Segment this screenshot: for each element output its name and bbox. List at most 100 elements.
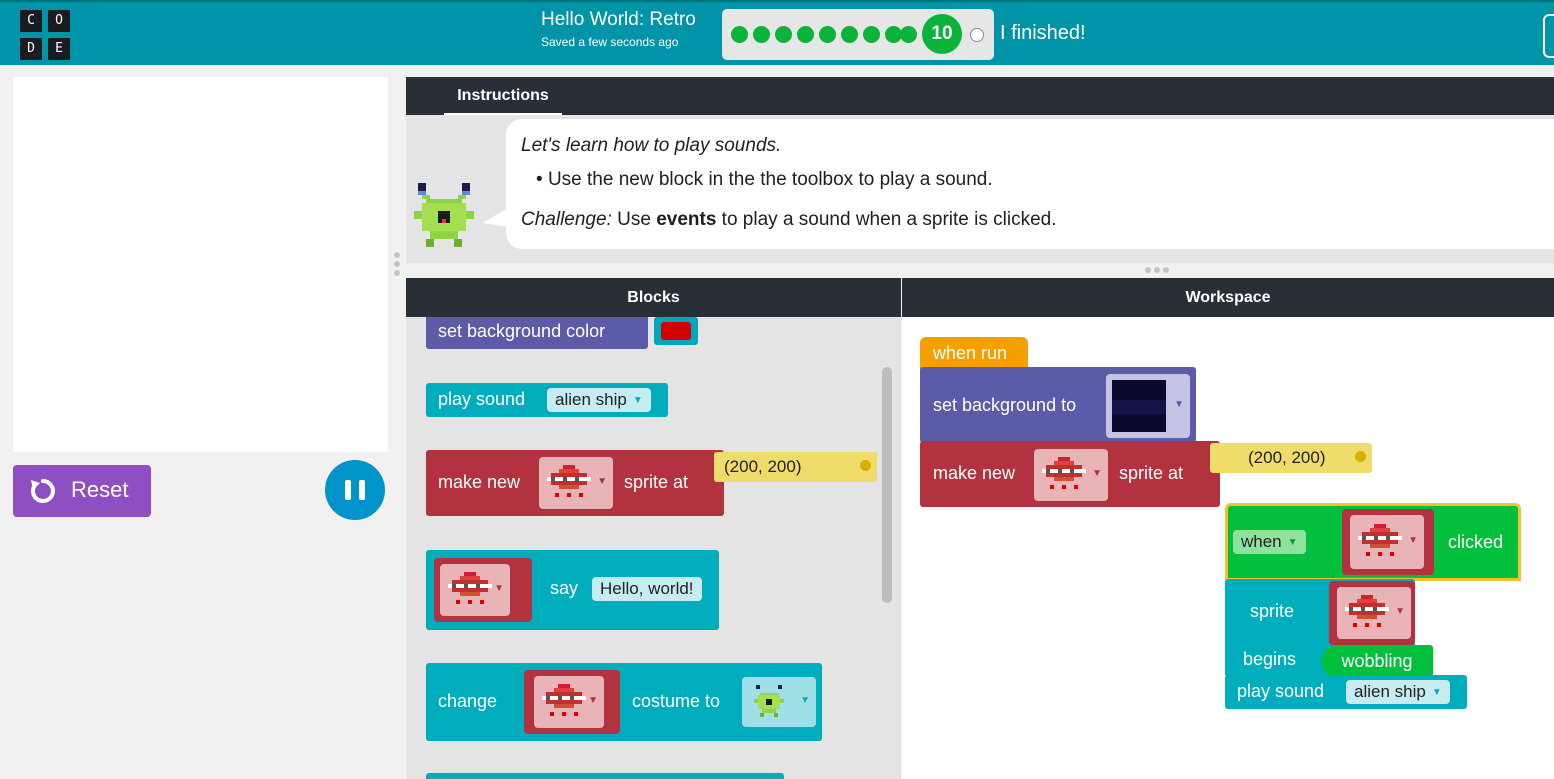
level-dot-3[interactable] <box>775 26 792 43</box>
block-make-new-sprite[interactable]: make new ▼ sprite at <box>426 450 724 516</box>
level-dot-5[interactable] <box>819 26 836 43</box>
block-label: costume to <box>632 691 721 711</box>
reset-button[interactable]: Reset <box>13 465 151 517</box>
ufo-sprite-icon <box>1042 457 1086 489</box>
block-label: play sound <box>438 389 526 409</box>
level-dot-6[interactable] <box>841 26 858 43</box>
tab-instructions[interactable]: Instructions <box>444 77 562 115</box>
bonus-level-dot[interactable] <box>970 28 984 42</box>
logo-letter: D <box>20 38 42 60</box>
block-label: change <box>438 691 498 711</box>
dropdown-arrow-icon: ▼ <box>800 695 810 706</box>
sound-dropdown[interactable]: alien ship ▼ <box>547 388 651 412</box>
behavior-wobbling-block[interactable]: wobbling <box>1321 645 1433 677</box>
project-title[interactable]: Hello World: Retro <box>541 9 696 31</box>
code-org-logo[interactable]: C O D E <box>20 10 74 62</box>
sprite-input-slot[interactable]: ▼ <box>1342 509 1434 575</box>
dropdown-arrow-icon: ▼ <box>632 394 643 406</box>
challenge-text-pre: Use <box>611 209 657 230</box>
dropdown-arrow-icon: ▼ <box>1092 468 1102 479</box>
ufo-sprite-icon <box>547 465 591 497</box>
level-dot-2[interactable] <box>753 26 770 43</box>
block-set-background-color[interactable]: set background color <box>426 317 698 349</box>
dropdown-value: when <box>1241 532 1282 551</box>
instruction-bullet-item: • Use the new block in the the toolbox t… <box>536 169 993 191</box>
sprite-dropdown[interactable]: ▼ <box>1337 587 1411 639</box>
dropdown-arrow-icon: ▼ <box>1174 399 1184 410</box>
block-make-new-sprite[interactable]: make new ▼ sprite at <box>920 441 1220 507</box>
block-label: when run <box>933 343 1008 363</box>
costume-dropdown[interactable]: ▼ <box>742 677 816 727</box>
logo-letter: E <box>48 38 70 60</box>
level-progress-bar: 10 <box>722 9 994 60</box>
sprite-input-slot[interactable]: ▼ <box>1329 581 1415 645</box>
block-play-sound[interactable]: play sound alien ship ▼ <box>426 383 668 417</box>
level-dot-7[interactable] <box>863 26 880 43</box>
background-dropdown[interactable]: ▼ <box>1106 374 1190 438</box>
toolbox-scrollbar[interactable] <box>882 367 892 603</box>
ufo-sprite-icon <box>542 684 586 716</box>
location-pin-icon[interactable] <box>860 460 871 471</box>
block-partial[interactable] <box>426 773 784 779</box>
block-change-costume[interactable]: change ▼ costume to ▼ <box>426 663 822 741</box>
block-set-background-to[interactable]: set background to ▼ <box>920 367 1196 443</box>
workspace-panel-header: Workspace <box>902 278 1554 317</box>
dropdown-value: alien ship <box>1354 682 1426 701</box>
workspace-canvas[interactable]: when run set background to ▼ make new ▼ … <box>902 317 1554 779</box>
game-canvas[interactable] <box>13 77 388 452</box>
block-label: set background to <box>933 395 1077 415</box>
location-pin-icon[interactable] <box>1355 451 1366 462</box>
pause-icon <box>359 480 365 500</box>
block-when-run[interactable]: when run <box>920 337 1028 369</box>
instructions-panel: Let's learn how to play sounds. • Use th… <box>406 115 1554 263</box>
horizontal-resize-handle[interactable] <box>1144 266 1170 274</box>
dropdown-arrow-icon: ▼ <box>1395 606 1405 617</box>
current-level-indicator[interactable]: 10 <box>922 14 962 54</box>
sprite-dropdown[interactable]: ▼ <box>534 676 604 728</box>
sprite-input-slot[interactable]: ▼ <box>434 558 532 622</box>
instructions-header: Instructions <box>406 77 1554 115</box>
alien-costume-icon <box>754 685 784 717</box>
block-sprite-begins[interactable]: sprite ▼ begins wobbling <box>1225 579 1433 677</box>
saved-status: Saved a few seconds ago <box>541 35 679 49</box>
ufo-sprite-icon <box>1345 595 1389 627</box>
pause-button[interactable] <box>325 460 385 520</box>
i-finished-link[interactable]: I finished! <box>1000 22 1086 45</box>
block-label: sprite at <box>1119 463 1184 483</box>
header-menu-button[interactable] <box>1543 14 1554 58</box>
blocks-panel-header: Blocks <box>406 278 901 317</box>
block-label: sprite at <box>624 472 689 492</box>
block-label: make new <box>933 463 1016 483</box>
block-when-sprite-clicked[interactable]: when ▼ ▼ clicked <box>1225 503 1521 581</box>
sprite-dropdown[interactable]: ▼ <box>1034 449 1108 501</box>
sound-dropdown[interactable]: alien ship ▼ <box>1346 680 1450 704</box>
sprite-dropdown[interactable]: ▼ <box>1350 515 1424 569</box>
sprite-dropdown[interactable]: ▼ <box>539 457 613 509</box>
sprite-input-slot[interactable]: ▼ <box>524 670 620 734</box>
dropdown-arrow-icon: ▼ <box>494 583 504 594</box>
coordinate-input[interactable]: (200, 200) <box>714 452 877 482</box>
coordinate-input[interactable]: (200, 200) <box>1210 443 1372 473</box>
ufo-sprite-icon <box>448 572 492 604</box>
level-dot-9[interactable] <box>900 26 917 43</box>
blocks-toolbox[interactable]: set background color play sound alien sh… <box>406 317 901 779</box>
space-background-thumbnail <box>1112 380 1166 432</box>
sprite-dropdown[interactable]: ▼ <box>440 564 510 616</box>
instruction-bullet-text: Use the new block in the the toolbox to … <box>547 169 993 190</box>
event-dropdown[interactable]: when ▼ <box>1233 530 1306 554</box>
logo-letter: O <box>48 10 70 32</box>
challenge-events-bold: events <box>656 209 717 230</box>
color-swatch-red[interactable] <box>661 322 691 340</box>
block-say[interactable]: ▼ say Hello, world! <box>426 550 719 630</box>
level-dot-1[interactable] <box>731 26 748 43</box>
block-label: set background color <box>438 321 606 341</box>
level-dot-4[interactable] <box>797 26 814 43</box>
color-input-slot[interactable] <box>654 317 698 345</box>
block-play-sound[interactable]: play sound alien ship ▼ <box>1225 675 1467 709</box>
dropdown-value: alien ship <box>555 390 627 409</box>
reset-label: Reset <box>71 477 129 502</box>
coordinate-value: (200, 200) <box>1248 448 1326 467</box>
vertical-resize-handle[interactable] <box>393 250 401 280</box>
top-header: C O D E Hello World: Retro Saved a few s… <box>0 0 1554 65</box>
say-text-input[interactable]: Hello, world! <box>592 577 702 601</box>
